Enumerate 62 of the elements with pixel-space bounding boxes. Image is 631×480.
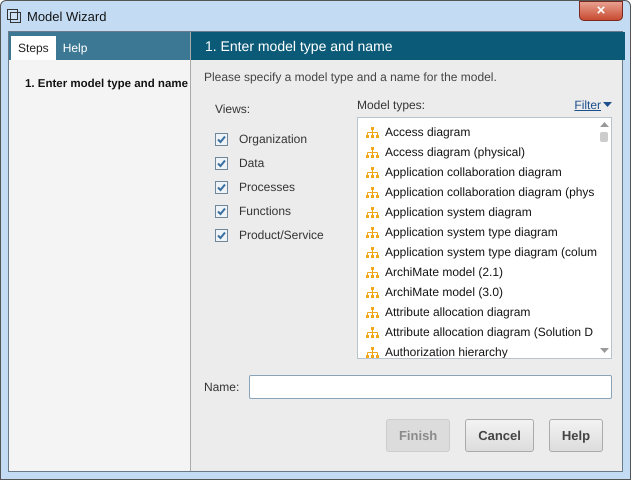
- tab[interactable]: Help: [56, 36, 94, 60]
- item-label: Application system type diagram: [384, 225, 558, 239]
- hierarchy-icon: [366, 146, 379, 158]
- hierarchy-icon: [366, 206, 379, 218]
- hierarchy-icon: [366, 166, 379, 178]
- window-title: Model Wizard: [27, 8, 106, 24]
- tab[interactable]: Steps: [11, 36, 56, 60]
- name-field[interactable]: [249, 375, 612, 399]
- checkbox[interactable]: [214, 228, 228, 242]
- checkbox[interactable]: [214, 180, 228, 194]
- hierarchy-icon: [366, 186, 379, 198]
- item-label: Application system diagram: [384, 205, 532, 219]
- item-label: Application collaboration diagram (phys: [384, 185, 594, 199]
- hierarchy-icon: [366, 346, 379, 358]
- item-label: Attribute allocation diagram (Solution D: [384, 325, 594, 339]
- item-label: Access diagram (physical): [384, 145, 526, 159]
- item-label: Application system type diagram (colum: [384, 245, 598, 259]
- name-label: Name:: [204, 380, 240, 394]
- item-label: Application collaboration diagram: [384, 165, 562, 179]
- list-item[interactable]: Application system type diagram (colum: [358, 242, 598, 262]
- dialog-button[interactable]: Cancel: [465, 419, 534, 452]
- scroll-down-icon[interactable]: [600, 348, 609, 354]
- list-item[interactable]: Access diagram (physical): [358, 142, 598, 162]
- step-item[interactable]: 1. Enter model type and name: [25, 78, 188, 90]
- page-title: 1. Enter model type and name: [204, 38, 393, 54]
- checkbox-label: Processes: [238, 180, 295, 194]
- instruction-text: Please specify a model type and a name for the model.: [204, 70, 498, 84]
- window-icon: [7, 9, 21, 23]
- list-item[interactable]: Application system diagram: [358, 202, 598, 222]
- dropdown-icon: [603, 102, 612, 108]
- list-item[interactable]: Attribute allocation diagram (Solution D: [358, 322, 598, 342]
- item-label: ArchiMate model (2.1): [384, 265, 504, 279]
- hierarchy-icon: [366, 226, 379, 238]
- checkbox[interactable]: [214, 132, 228, 146]
- checkbox-label: Organization: [238, 132, 308, 146]
- hierarchy-icon: [366, 306, 379, 318]
- views-label: Views:: [214, 102, 252, 116]
- dialog-button[interactable]: Help: [548, 419, 604, 452]
- list-item[interactable]: ArchiMate model (2.1): [358, 262, 598, 282]
- hierarchy-icon: [366, 286, 379, 298]
- list-item[interactable]: Attribute allocation diagram: [358, 302, 598, 322]
- list-item[interactable]: Access diagram: [358, 122, 598, 142]
- scrollbar-thumb[interactable]: [600, 132, 608, 142]
- hierarchy-icon: [366, 266, 379, 278]
- checkbox[interactable]: [214, 156, 228, 170]
- item-label: Access diagram: [384, 125, 470, 139]
- filter-link[interactable]: Filter: [574, 98, 612, 112]
- checkbox-label: Data: [238, 156, 264, 170]
- checkbox-label: Product/Service: [238, 228, 324, 242]
- checkbox-label: Functions: [238, 204, 291, 218]
- list-item[interactable]: Application collaboration diagram: [358, 162, 598, 182]
- list-item[interactable]: ArchiMate model (3.0): [358, 282, 598, 302]
- list-item[interactable]: Application collaboration diagram (phys: [358, 182, 598, 202]
- hierarchy-icon: [366, 326, 379, 338]
- list-item[interactable]: Application system type diagram: [358, 222, 598, 242]
- model-types-label: Model types:: [356, 98, 426, 112]
- hierarchy-icon: [366, 126, 379, 138]
- checkbox[interactable]: [214, 204, 228, 218]
- scroll-up-icon[interactable]: [600, 122, 609, 128]
- hierarchy-icon: [366, 246, 379, 258]
- item-label: ArchiMate model (3.0): [384, 285, 504, 299]
- item-label: Attribute allocation diagram: [384, 305, 530, 319]
